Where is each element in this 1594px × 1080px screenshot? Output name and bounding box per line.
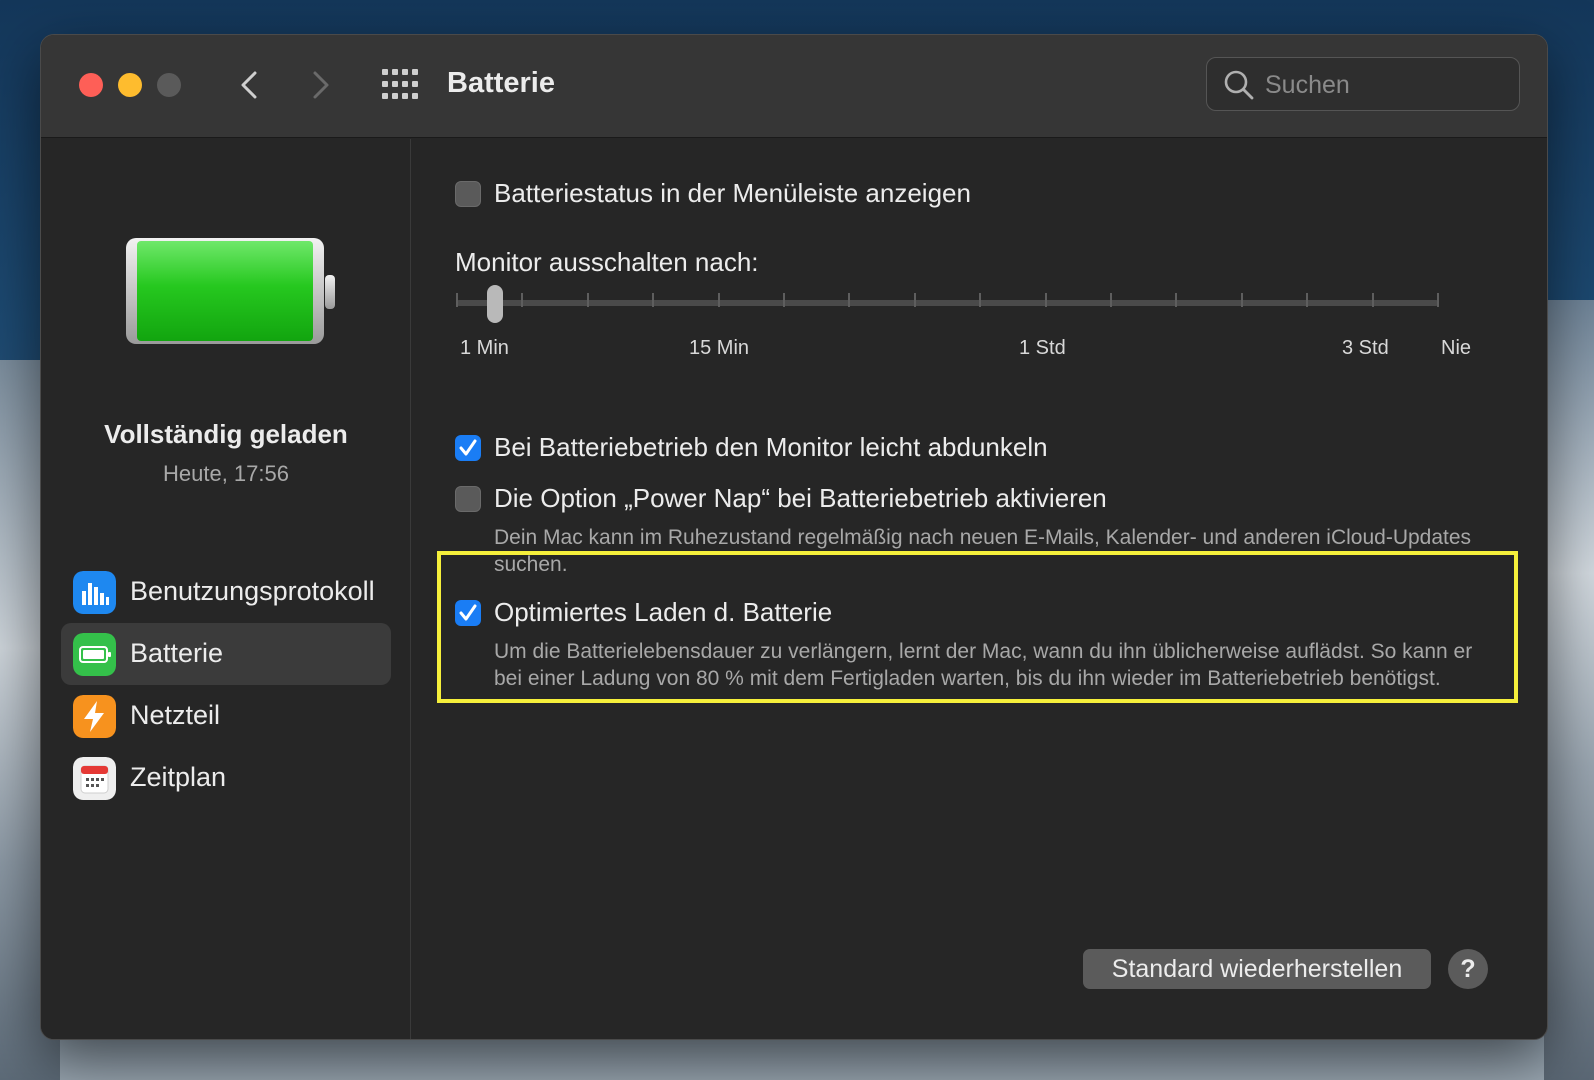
slider-tick [979,293,982,307]
slider-tick [1306,293,1309,307]
slider-tick-label: 3 Std [1342,337,1389,359]
help-button[interactable]: ? [1448,949,1488,989]
sidebar-item-label: Benutzungsprotokoll [130,576,375,606]
grid-icon [382,69,418,99]
display-off-slider-knob[interactable] [487,285,504,323]
battery-preferences-window: Batterie Suchen Vollständig geladen Heut… [40,34,1548,1040]
battery-icon [73,633,116,676]
sidebar-item-power-adapter[interactable]: Netzteil [61,685,391,747]
sidebar-item-schedule[interactable]: Zeitplan [61,747,391,809]
optimized-charging-checkbox[interactable] [455,600,481,626]
slider-tick-label: 1 Std [1019,337,1066,359]
show-all-button[interactable] [382,69,418,99]
sidebar-item-label: Zeitplan [130,762,227,792]
battery-settings-pane: Batteriestatus in der Menüleiste anzeige… [412,139,1547,1039]
restore-defaults-button[interactable]: Standard wiederherstellen [1083,949,1431,989]
slider-tick [1240,293,1243,307]
show-battery-status-label: Batteriestatus in der Menüleiste anzeige… [494,178,971,208]
slider-tick [913,293,916,307]
sidebar-item-usage-history[interactable]: Benutzungsprotokoll [61,561,391,623]
back-button[interactable] [231,67,267,103]
checkmark-icon [459,439,477,456]
slider-tick [848,293,851,307]
power-nap-label: Die Option „Power Nap“ bei Batteriebetri… [494,483,1107,513]
sidebar-item-battery[interactable]: Batterie [61,623,391,685]
slider-tick [586,293,589,307]
search-icon [1224,70,1254,100]
slider-tick [1371,293,1374,307]
checkmark-icon [459,604,477,621]
slider-tick [521,293,524,307]
slider-tick [783,293,785,307]
battery-full-icon [126,238,335,344]
zoom-button[interactable] [157,73,181,97]
slider-tick [652,293,655,307]
optimized-charging-description: Um die Batterielebensdauer zu verlängern… [494,640,1473,690]
display-off-label: Monitor ausschalten nach: [455,247,759,277]
forward-button[interactable] [303,67,339,103]
sidebar: Vollständig geladen Heute, 17:56 Benutzu… [41,139,411,1039]
sidebar-item-label: Netzteil [130,700,221,730]
minimize-button[interactable] [118,73,142,97]
slider-tick-label: 15 Min [689,337,750,359]
calendar-icon [73,757,116,800]
chevron-right-icon [313,71,329,99]
slider-tick [1175,293,1178,307]
title-bar: Batterie [41,35,1547,138]
optimized-charging-label: Optimiertes Laden d. Batterie [494,597,833,627]
battery-status-title: Vollständig geladen [104,419,348,449]
bar-chart-icon [73,571,116,614]
slider-tick-label: Nie [1441,337,1472,359]
slider-tick [1437,293,1439,307]
sidebar-item-label: Batterie [130,638,224,668]
dim-display-checkbox[interactable] [455,435,481,461]
search-input[interactable] [1265,68,1505,102]
slider-tick [456,293,458,307]
slider-tick [1044,293,1047,307]
slider-tick [717,293,720,307]
desktop-background-right [1544,300,1594,1080]
slider-tick-label: 1 Min [460,337,509,359]
power-nap-checkbox[interactable] [455,486,481,512]
close-button[interactable] [79,73,103,97]
window-title: Batterie [447,67,555,99]
chevron-left-icon [241,71,257,99]
battery-status-time: Heute, 17:56 [163,461,289,486]
slider-tick [1110,293,1112,307]
show-battery-status-checkbox[interactable] [455,181,481,207]
dim-display-label: Bei Batteriebetrieb den Monitor leicht a… [494,432,1048,462]
lightning-icon [73,695,116,738]
display-off-slider-track[interactable] [456,300,1439,306]
search-field[interactable] [1206,57,1520,111]
